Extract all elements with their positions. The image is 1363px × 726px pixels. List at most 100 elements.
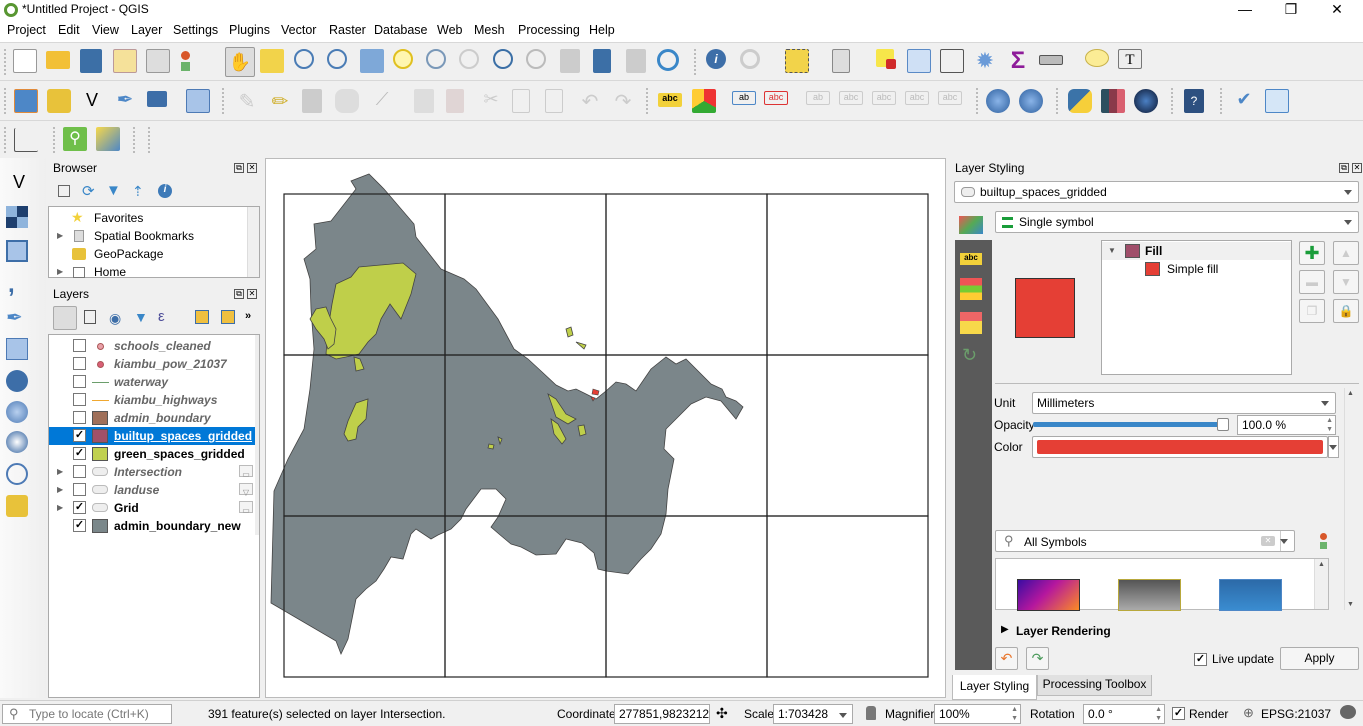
new-virtual-layer-icon[interactable]: [147, 91, 167, 107]
browser-item-geopackage[interactable]: GeoPackage: [49, 245, 259, 263]
cut-features-icon[interactable]: ✂: [479, 89, 503, 113]
open-layer-styling-icon[interactable]: [53, 306, 77, 330]
browser-item-home[interactable]: ▶ Home: [49, 263, 259, 281]
menu-database[interactable]: Database: [374, 23, 428, 37]
green-space-polygon[interactable]: [487, 443, 495, 450]
style-manager-icon[interactable]: [179, 49, 203, 73]
refresh-icon[interactable]: ⟳: [82, 182, 95, 200]
layer-visibility-checkbox[interactable]: [73, 375, 86, 388]
add-virtual-layer-icon[interactable]: [6, 338, 28, 360]
layer-visibility-checkbox[interactable]: ✓: [73, 501, 86, 514]
new-geopackage-layer-icon[interactable]: [47, 89, 71, 113]
zoom-next-icon[interactable]: [526, 49, 546, 69]
identify-icon[interactable]: i: [706, 49, 726, 69]
clear-search-icon[interactable]: ✕: [1261, 536, 1275, 546]
refresh-table-icon[interactable]: [1265, 89, 1289, 113]
float-panel-button[interactable]: ⧉: [1339, 163, 1349, 173]
new-bookmark-icon[interactable]: [593, 49, 611, 73]
zoom-to-layer-icon[interactable]: [426, 49, 446, 69]
layer-item-admin-boundary[interactable]: admin_boundary: [49, 409, 259, 427]
menu-layer[interactable]: Layer: [131, 23, 162, 37]
layer-item-green-spaces-gridded[interactable]: ✓ green_spaces_gridded: [49, 445, 259, 463]
add-mesh-layer-icon[interactable]: [6, 240, 28, 262]
grid-cell[interactable]: [605, 193, 768, 356]
toolbar-grip[interactable]: [1171, 88, 1174, 114]
toolbar-grip[interactable]: [1220, 88, 1223, 114]
live-update-checkbox[interactable]: ✓: [1194, 653, 1207, 666]
apply-button[interactable]: Apply: [1280, 647, 1359, 670]
tab-processing-toolbox[interactable]: Processing Toolbox: [1037, 675, 1152, 696]
filter-icon[interactable]: ▼: [106, 182, 121, 199]
menu-view[interactable]: View: [92, 23, 119, 37]
symbol-tree-simple-fill[interactable]: Simple fill: [1102, 260, 1291, 278]
more-tools-icon[interactable]: »: [245, 310, 251, 322]
add-symbol-layer-button[interactable]: ✚: [1299, 241, 1325, 265]
add-group-icon[interactable]: [84, 310, 96, 324]
layer-item-waterway[interactable]: waterway: [49, 373, 259, 391]
restore-button[interactable]: ❐: [1268, 0, 1314, 20]
paste-features-icon[interactable]: [545, 89, 563, 113]
style-manager-icon[interactable]: [1317, 533, 1335, 551]
grid-cell[interactable]: [766, 515, 929, 678]
qgis-earth-icon[interactable]: [1134, 89, 1158, 113]
symbol-gradient-blue[interactable]: [1219, 579, 1282, 611]
toolbar-grip[interactable]: [148, 127, 151, 153]
gallery-scrollbar[interactable]: ▲: [1314, 559, 1328, 609]
layer-diagram-icon[interactable]: [692, 89, 716, 113]
opacity-spinbox[interactable]: 100.0 % ▲ ▼: [1237, 415, 1336, 435]
quickmapservices-icon[interactable]: [96, 127, 120, 151]
geometry-checker-icon[interactable]: ✔: [1232, 89, 1256, 113]
metasearch-search-icon[interactable]: [1019, 89, 1043, 113]
delete-selected-icon[interactable]: [446, 89, 464, 113]
extents-toggle-icon[interactable]: ✣: [716, 705, 728, 722]
text-annotation-icon[interactable]: T: [1118, 49, 1142, 69]
menu-settings[interactable]: Settings: [173, 23, 218, 37]
redo-style-button[interactable]: ↷: [1026, 647, 1049, 670]
green-space-polygon[interactable]: [565, 326, 574, 338]
toolbar-grip[interactable]: [694, 49, 697, 75]
layer-item-kiambu-pow-21037[interactable]: kiambu_pow_21037: [49, 355, 259, 373]
collapse-all-icon[interactable]: [221, 310, 235, 324]
map-svg[interactable]: [266, 159, 945, 697]
toolbar-grip[interactable]: [4, 127, 7, 153]
highlight-pinned-labels-icon[interactable]: ab: [732, 91, 756, 105]
metasearch-icon[interactable]: [986, 89, 1010, 113]
admin-boundary-new-polygon[interactable]: [270, 173, 744, 656]
add-wms-layer-icon[interactable]: [6, 401, 28, 423]
crs-button[interactable]: EPSG:21037: [1261, 707, 1331, 721]
menu-raster[interactable]: Raster: [329, 23, 366, 37]
toolbar-grip[interactable]: [4, 88, 7, 114]
semi-automatic-classification-icon[interactable]: [1101, 89, 1125, 113]
unit-selector[interactable]: Millimeters: [1032, 392, 1336, 414]
toolbar-grip[interactable]: [646, 88, 649, 114]
render-checkbox[interactable]: ✓: [1172, 707, 1185, 720]
remove-symbol-layer-button[interactable]: ▬: [1299, 270, 1325, 294]
coordinate-field[interactable]: 277851,9823212: [614, 704, 710, 724]
change-label-icon[interactable]: abc: [938, 91, 962, 105]
zoom-in-icon[interactable]: [294, 49, 314, 69]
opacity-slider[interactable]: [1033, 418, 1229, 431]
grid-cell[interactable]: [766, 193, 929, 356]
color-dropdown-button[interactable]: [1328, 436, 1339, 458]
save-project-icon[interactable]: [80, 49, 102, 73]
show-bookmarks-icon[interactable]: [626, 49, 646, 73]
symbol-tree-fill[interactable]: ▼ Fill: [1102, 242, 1291, 260]
grid-cell[interactable]: [766, 354, 929, 517]
menu-plugins[interactable]: Plugins: [229, 23, 270, 37]
close-panel-button[interactable]: ✕: [247, 163, 257, 173]
menu-mesh[interactable]: Mesh: [474, 23, 505, 37]
layer-visibility-checkbox[interactable]: [73, 411, 86, 424]
float-panel-button[interactable]: ⧉: [234, 163, 244, 173]
layer-item-intersection[interactable]: ▶ Intersection ▭: [49, 463, 259, 481]
new-print-layout-icon[interactable]: [113, 49, 137, 73]
spin-arrows-icon[interactable]: ▲ ▼: [1011, 705, 1018, 723]
float-panel-button[interactable]: ⧉: [234, 289, 244, 299]
menu-edit[interactable]: Edit: [58, 23, 80, 37]
layer-visibility-checkbox[interactable]: [73, 339, 86, 352]
browser-item-favorites[interactable]: ★ Favorites: [49, 209, 259, 227]
data-source-manager-icon[interactable]: [14, 89, 38, 113]
add-delimited-text-layer-icon[interactable]: ,: [8, 271, 28, 298]
menu-vector[interactable]: Vector: [281, 23, 316, 37]
color-button[interactable]: [1032, 436, 1328, 458]
move-down-button[interactable]: ▼: [1333, 270, 1359, 294]
